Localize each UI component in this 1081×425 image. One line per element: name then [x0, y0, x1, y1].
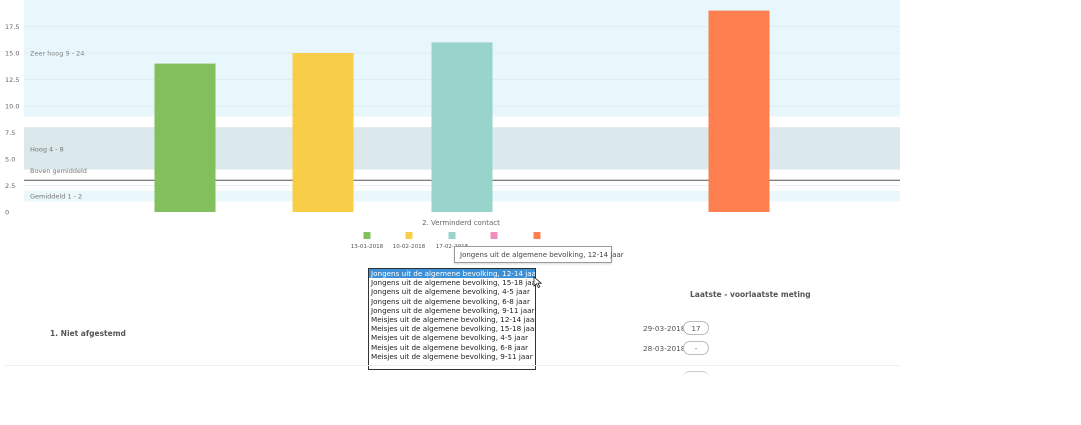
measurement-date: 29-03-2018	[643, 324, 686, 333]
chart: Zeer hoog 9 - 24 Hoog 4 - 8 Gemiddeld 1 - …	[5, 0, 900, 250]
range-band-label: Hoog 4 - 8	[30, 145, 64, 153]
range-band-label: Zeer hoog 9 - 24	[30, 50, 84, 58]
y-tick-label: 10.0	[5, 103, 19, 111]
y-tick-label: 7.5	[5, 129, 15, 137]
dropdown-option[interactable]: Meisjes uit de algemene bevolking, 12-14…	[369, 315, 535, 324]
bar[interactable]	[708, 10, 770, 212]
range-band-label: Gemiddeld 1 - 2	[30, 193, 82, 201]
legend-swatch[interactable]	[533, 232, 541, 239]
item-label: 1. Niet afgestemd	[50, 329, 126, 338]
reference-group-dropdown[interactable]: Jongens uit de algemene bevolking, 12-14…	[368, 268, 536, 370]
y-tick-label: 17.5	[5, 23, 19, 31]
measurement-value-badge: 17	[683, 321, 709, 335]
section-divider	[5, 365, 900, 366]
y-tick-label: 0	[5, 209, 9, 217]
dropdown-option[interactable]: Meisjes uit de algemene bevolking, 6-8 j…	[369, 343, 535, 352]
bar[interactable]	[431, 42, 493, 213]
dropdown-option[interactable]: Jongens uit de algemene bevolking, 15-18…	[369, 278, 535, 287]
reference-line-label: Boven gemiddeld	[30, 167, 87, 175]
bar[interactable]	[292, 53, 354, 212]
mouse-cursor-icon	[533, 276, 543, 288]
legend-label[interactable]: 13-01-2018	[351, 244, 384, 250]
meting-title: Laatste - voorlaatste meting	[690, 290, 811, 299]
measurement-value-badge-partial	[683, 371, 709, 378]
dropdown-option[interactable]: Meisjes uit de algemene bevolking, 9-11 …	[369, 352, 535, 361]
dropdown-option[interactable]: Jongens uit de algemene bevolking, 6-8 j…	[369, 297, 535, 306]
measurement-value-badge: -	[683, 341, 709, 355]
y-tick-label: 5.0	[5, 156, 15, 164]
y-tick-label: 15.0	[5, 50, 19, 58]
dropdown-option[interactable]: Jongens uit de algemene bevolking, 12-14…	[369, 269, 535, 279]
legend-swatch[interactable]	[405, 232, 413, 239]
bar[interactable]	[154, 63, 216, 212]
dropdown-option[interactable]: Meisjes uit de algemene bevolking, 15-18…	[369, 324, 535, 333]
tooltip: Jongens uit de algemene bevolking, 12-14…	[454, 246, 624, 263]
dropdown-option[interactable]: Meisjes uit de algemene bevolking, 4-5 j…	[369, 333, 535, 342]
legend-label[interactable]: 10-02-2018	[393, 244, 426, 250]
legend-swatch[interactable]	[448, 232, 456, 239]
dropdown-option[interactable]: Jongens uit de algemene bevolking, 9-11 …	[369, 306, 535, 315]
legend-swatch[interactable]	[363, 232, 371, 239]
y-tick-label: 2.5	[5, 182, 15, 190]
measurement-date: 28-03-2018	[643, 344, 686, 353]
legend-swatch[interactable]	[490, 232, 498, 239]
y-tick-label: 12.5	[5, 76, 19, 84]
dropdown-option[interactable]: Jongens uit de algemene bevolking, 4-5 j…	[369, 287, 535, 296]
x-axis-title: 2. Verminderd contact	[422, 219, 500, 227]
